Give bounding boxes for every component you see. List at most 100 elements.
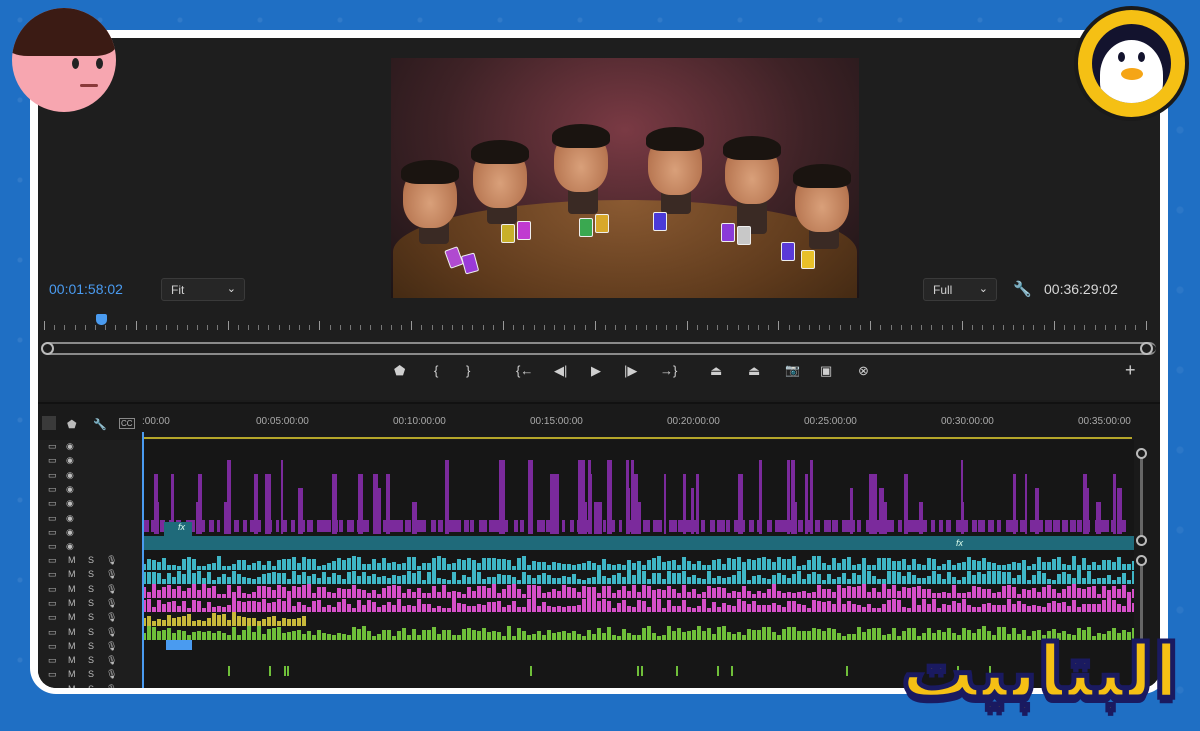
audio-clip[interactable] xyxy=(762,627,766,640)
audio-clip[interactable] xyxy=(202,578,206,584)
film-icon[interactable]: ▭ xyxy=(48,455,57,466)
audio-clip[interactable] xyxy=(777,605,781,612)
audio-clip[interactable] xyxy=(172,632,176,640)
audio-clip[interactable] xyxy=(627,570,631,584)
audio-clip[interactable] xyxy=(222,565,226,570)
audio-clip[interactable] xyxy=(712,634,716,640)
audio-clip[interactable] xyxy=(227,576,231,584)
audio-clip[interactable] xyxy=(692,589,696,598)
audio-clip[interactable] xyxy=(1122,564,1126,570)
audio-clip[interactable] xyxy=(237,601,241,612)
audio-clip[interactable] xyxy=(1027,579,1031,584)
video-vscroll[interactable] xyxy=(1140,454,1143,536)
audio-clip[interactable] xyxy=(262,573,266,584)
audio-clip[interactable] xyxy=(217,631,221,640)
audio-clip[interactable] xyxy=(592,598,596,612)
video-clip[interactable] xyxy=(333,520,339,532)
audio-clip[interactable] xyxy=(572,573,576,584)
audio-clip[interactable] xyxy=(612,607,616,612)
audio-clip[interactable] xyxy=(522,630,526,640)
audio-clip[interactable] xyxy=(607,564,611,570)
audio-clip[interactable] xyxy=(457,558,461,570)
audio-clip[interactable] xyxy=(542,634,546,640)
audio-clip[interactable] xyxy=(837,584,841,598)
audio-clip[interactable] xyxy=(552,588,556,598)
audio-clip[interactable] xyxy=(207,630,211,640)
audio-clip[interactable] xyxy=(212,633,216,640)
audio-clip[interactable] xyxy=(592,562,596,570)
audio-clip[interactable] xyxy=(527,599,531,612)
audio-clip[interactable] xyxy=(987,562,991,570)
video-track-header[interactable]: ▭ ◉ xyxy=(38,454,142,468)
audio-clip[interactable] xyxy=(922,589,926,598)
audio-clip[interactable] xyxy=(1072,599,1076,612)
audio-clip[interactable] xyxy=(732,606,736,612)
audio-clip[interactable] xyxy=(675,666,678,676)
audio-clip[interactable] xyxy=(617,590,621,598)
audio-clip[interactable] xyxy=(167,628,171,640)
audio-clip[interactable] xyxy=(717,559,721,570)
audio-clip[interactable] xyxy=(228,666,231,676)
audio-clip[interactable] xyxy=(212,606,216,612)
audio-clip[interactable] xyxy=(457,634,461,640)
audio-clip[interactable] xyxy=(812,628,816,640)
audio-clip[interactable] xyxy=(822,579,826,584)
audio-clip[interactable] xyxy=(1107,598,1111,612)
audio-clip[interactable] xyxy=(272,572,276,584)
audio-clip[interactable] xyxy=(797,565,801,570)
audio-clip[interactable] xyxy=(747,629,751,640)
audio-track-header[interactable]: ▭ M S 🎙 xyxy=(38,554,142,568)
audio-clip[interactable] xyxy=(197,565,201,570)
audio-clip[interactable] xyxy=(532,561,536,570)
audio-clip[interactable] xyxy=(592,577,596,584)
audio-clip[interactable] xyxy=(572,606,576,612)
audio-clip[interactable] xyxy=(812,556,816,570)
mic-icon[interactable]: 🎙 xyxy=(106,598,117,609)
audio-clip[interactable] xyxy=(437,634,441,640)
solo-button[interactable]: S xyxy=(88,598,94,608)
audio-clip[interactable] xyxy=(1072,584,1076,598)
audio-clip[interactable] xyxy=(277,598,281,612)
audio-clip[interactable] xyxy=(402,593,406,598)
audio-clip[interactable] xyxy=(217,576,221,584)
audio-clip[interactable] xyxy=(502,635,506,640)
audio-clip[interactable] xyxy=(942,603,946,612)
audio-clip[interactable] xyxy=(1017,600,1021,612)
mic-icon[interactable]: 🎙 xyxy=(106,655,117,666)
audio-track-header[interactable]: ▭ M S 🎙 xyxy=(38,597,142,611)
audio-clip[interactable] xyxy=(777,557,781,570)
audio-clip[interactable] xyxy=(382,558,386,570)
video-clip[interactable] xyxy=(390,520,397,532)
audio-clip[interactable] xyxy=(292,556,296,570)
mute-button[interactable]: M xyxy=(68,641,76,651)
audio-clip[interactable] xyxy=(237,586,241,598)
audio-clip[interactable] xyxy=(337,588,341,598)
audio-clip[interactable] xyxy=(182,573,186,584)
audio-clip[interactable] xyxy=(1077,587,1081,598)
audio-clip[interactable] xyxy=(447,592,451,598)
audio-clip[interactable] xyxy=(407,570,411,584)
audio-clip[interactable] xyxy=(837,633,841,640)
audio-clip[interactable] xyxy=(392,575,396,584)
video-clip[interactable] xyxy=(437,520,443,532)
audio-clip[interactable] xyxy=(842,573,846,584)
audio-clip[interactable] xyxy=(1112,599,1116,612)
film-icon[interactable]: ▭ xyxy=(48,684,57,688)
audio-clip[interactable] xyxy=(832,628,836,640)
audio-clip[interactable] xyxy=(947,572,951,584)
audio-clip[interactable] xyxy=(627,591,631,598)
audio-clip[interactable] xyxy=(1007,598,1011,612)
audio-clip[interactable] xyxy=(622,599,626,612)
audio-clip[interactable] xyxy=(222,593,226,598)
audio-clip[interactable] xyxy=(887,570,891,584)
audio-clip[interactable] xyxy=(297,574,301,584)
audio-clip[interactable] xyxy=(382,605,386,612)
audio-clip[interactable] xyxy=(442,578,446,584)
audio-clip[interactable] xyxy=(1112,561,1116,570)
audio-clip[interactable] xyxy=(717,626,721,640)
audio-clip[interactable] xyxy=(742,570,746,584)
audio-clip[interactable] xyxy=(442,558,446,570)
audio-clip[interactable] xyxy=(487,631,491,640)
audio-clip[interactable] xyxy=(257,586,261,598)
audio-clip[interactable] xyxy=(737,592,741,598)
